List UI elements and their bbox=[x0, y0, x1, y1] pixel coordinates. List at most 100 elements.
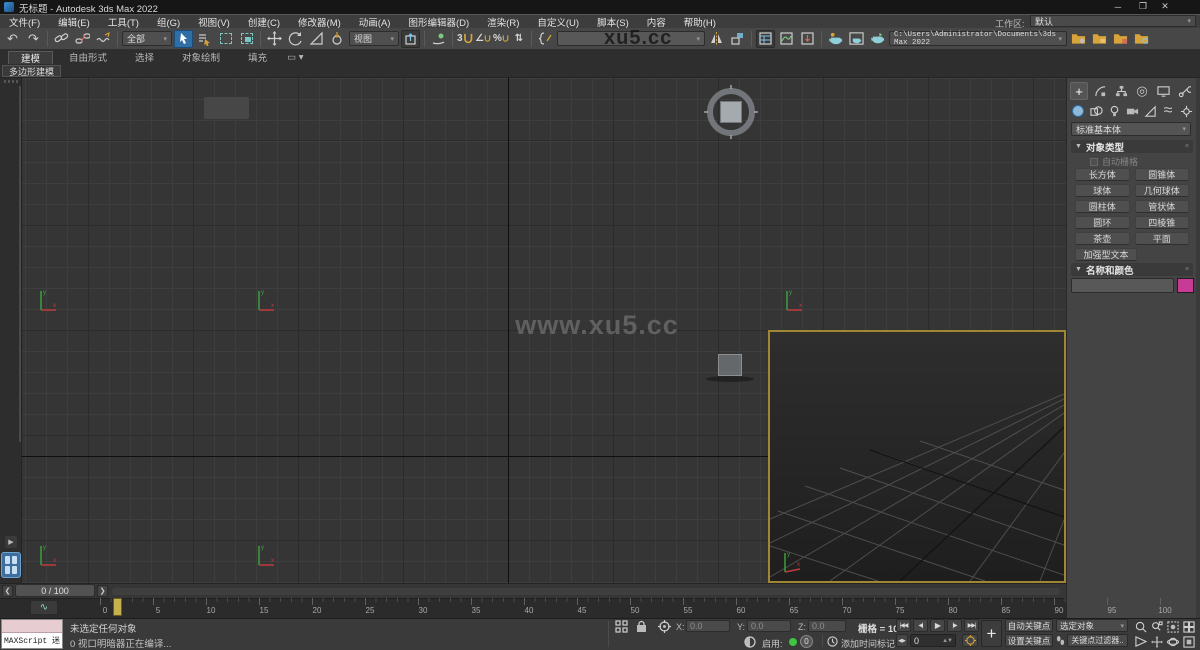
y-coord-field[interactable]: 0.0 bbox=[747, 620, 791, 632]
degradation-zero-button[interactable]: 0 bbox=[800, 635, 813, 648]
select-and-place-icon[interactable] bbox=[328, 30, 347, 48]
maxscript-input-field[interactable] bbox=[2, 620, 62, 633]
cylinder-button[interactable]: 圆柱体 bbox=[1075, 200, 1130, 213]
maximize-button[interactable]: ❐ bbox=[1133, 0, 1153, 13]
select-object-icon[interactable] bbox=[174, 30, 193, 48]
previous-frame-arrow[interactable]: ❮ bbox=[2, 585, 13, 597]
selection-lock-icon[interactable] bbox=[636, 620, 647, 633]
mini-curve-editor-icon[interactable]: ∿ bbox=[30, 600, 58, 615]
edit-named-selection-sets-icon[interactable] bbox=[536, 30, 555, 48]
unlink-selection-icon[interactable] bbox=[73, 30, 92, 48]
create-tab-icon[interactable]: + bbox=[1070, 82, 1088, 100]
ribbon-tab-object-paint[interactable]: 对象绘制 bbox=[170, 51, 232, 64]
zoom-extents-icon[interactable] bbox=[1166, 620, 1180, 633]
select-and-move-icon[interactable] bbox=[265, 30, 284, 48]
project-path-dropdown[interactable]: C:\Users\Administrator\Documents\3ds Max… bbox=[889, 31, 1067, 46]
zoom-extents-all-icon[interactable] bbox=[1182, 620, 1196, 633]
modify-tab-icon[interactable] bbox=[1091, 82, 1109, 100]
mirror-icon[interactable] bbox=[707, 30, 726, 48]
name-color-rollout[interactable]: ▼ 名称和颜色 ≡ bbox=[1071, 263, 1193, 276]
rendered-frame-window-icon[interactable] bbox=[847, 30, 866, 48]
select-by-name-icon[interactable] bbox=[195, 30, 214, 48]
sphere-button[interactable]: 球体 bbox=[1075, 184, 1130, 197]
ribbon-tab-modeling[interactable]: 建模 bbox=[8, 51, 53, 64]
toggle-scene-explorer-icon[interactable] bbox=[756, 30, 775, 48]
panel-scrollbar[interactable] bbox=[1196, 78, 1200, 618]
menu-views[interactable]: 视图(V) bbox=[189, 15, 239, 29]
zoom-all-icon[interactable] bbox=[1150, 620, 1164, 633]
key-selection-set-dropdown[interactable]: 选定对象 ▾ bbox=[1056, 619, 1128, 632]
viewcube-inactive[interactable] bbox=[714, 352, 746, 382]
helpers-category-icon[interactable] bbox=[1142, 103, 1158, 119]
align-icon[interactable] bbox=[728, 30, 747, 48]
menu-create[interactable]: 创建(C) bbox=[239, 15, 289, 29]
box-button[interactable]: 长方体 bbox=[1075, 168, 1130, 181]
ribbon-minimize-icon[interactable]: ▭ ▾ bbox=[283, 51, 307, 64]
viewport-layout-button[interactable] bbox=[1, 552, 21, 578]
shapes-category-icon[interactable] bbox=[1088, 103, 1104, 119]
use-pivot-point-center-icon[interactable] bbox=[401, 30, 420, 48]
display-tab-icon[interactable] bbox=[1154, 82, 1172, 100]
next-frame-arrow[interactable]: ❯ bbox=[97, 585, 108, 597]
plane-button[interactable]: 平面 bbox=[1135, 232, 1190, 245]
object-type-rollout[interactable]: ▼ 对象类型 ≡ bbox=[1071, 140, 1193, 153]
go-to-end-button[interactable]: ▶▶| bbox=[964, 619, 979, 632]
absolute-mode-icon[interactable] bbox=[658, 620, 671, 633]
teapot-button[interactable]: 茶壶 bbox=[1075, 232, 1130, 245]
textplus-button[interactable]: 加强型文本 bbox=[1075, 248, 1137, 261]
menu-group[interactable]: 组(G) bbox=[148, 15, 189, 29]
object-category-dropdown[interactable]: 标准基本体 ▾ bbox=[1071, 122, 1191, 136]
set-key-button[interactable]: 设置关键点 bbox=[1005, 634, 1053, 647]
menu-tools[interactable]: 工具(T) bbox=[99, 15, 148, 29]
menu-help[interactable]: 帮助(H) bbox=[675, 15, 725, 29]
viewcube[interactable] bbox=[704, 85, 758, 139]
folder-options-icon[interactable] bbox=[1132, 30, 1151, 48]
render-setup-icon[interactable] bbox=[826, 30, 845, 48]
menu-customize[interactable]: 自定义(U) bbox=[528, 15, 588, 29]
window-crossing-icon[interactable] bbox=[237, 30, 256, 48]
object-name-field[interactable] bbox=[1071, 278, 1174, 293]
zoom-icon[interactable] bbox=[1134, 620, 1148, 633]
viewcube-cube[interactable] bbox=[720, 101, 742, 123]
utilities-tab-icon[interactable] bbox=[1175, 82, 1193, 100]
ribbon-tab-populate[interactable]: 填充 bbox=[236, 51, 279, 64]
time-slider-handle[interactable]: 0 / 100 bbox=[15, 584, 95, 597]
viewport-label[interactable] bbox=[204, 97, 249, 119]
track-bar-ticks[interactable] bbox=[100, 598, 1172, 605]
add-time-tag[interactable]: 添加时间标记 bbox=[841, 637, 895, 650]
select-and-link-icon[interactable] bbox=[52, 30, 71, 48]
pyramid-button[interactable]: 四棱锥 bbox=[1135, 216, 1190, 229]
project-folder-icon[interactable] bbox=[1069, 30, 1088, 48]
hierarchy-tab-icon[interactable] bbox=[1112, 82, 1130, 100]
tube-button[interactable]: 管状体 bbox=[1135, 200, 1190, 213]
redo-icon[interactable]: ↷ bbox=[24, 30, 43, 48]
select-and-rotate-icon[interactable] bbox=[286, 30, 305, 48]
expand-arrow-icon[interactable]: ▶ bbox=[5, 536, 17, 548]
cone-button[interactable]: 圆锥体 bbox=[1135, 168, 1190, 181]
autogrid-checkbox[interactable] bbox=[1090, 158, 1098, 166]
polygon-modeling-button[interactable]: 多边形建模 bbox=[2, 65, 61, 77]
schematic-view-icon[interactable] bbox=[798, 30, 817, 48]
lights-category-icon[interactable] bbox=[1106, 103, 1122, 119]
dock-handle[interactable] bbox=[4, 80, 18, 83]
space-warps-category-icon[interactable]: ≈ bbox=[1160, 103, 1176, 119]
menu-file[interactable]: 文件(F) bbox=[0, 15, 49, 29]
geosphere-button[interactable]: 几何球体 bbox=[1135, 184, 1190, 197]
geometry-category-icon[interactable] bbox=[1070, 103, 1086, 119]
snaps-toggle-3d-icon[interactable]: 3 bbox=[457, 30, 473, 48]
spinner-icon[interactable]: ▲▼ bbox=[942, 638, 952, 644]
go-to-start-button[interactable]: |◀◀ bbox=[896, 619, 911, 632]
spinner-snap-toggle-icon[interactable]: ⇅ bbox=[511, 30, 527, 48]
bind-to-space-warp-icon[interactable] bbox=[94, 30, 113, 48]
percent-snap-toggle-icon[interactable]: % bbox=[493, 30, 509, 48]
key-filters-button[interactable]: 关键点过滤器.. bbox=[1067, 634, 1128, 647]
select-and-scale-icon[interactable] bbox=[307, 30, 326, 48]
auto-key-button[interactable]: 自动关键点 bbox=[1005, 619, 1053, 632]
menu-graph-editors[interactable]: 图形编辑器(D) bbox=[399, 15, 478, 29]
reference-coordinate-dropdown[interactable]: 视图 ▾ bbox=[349, 31, 399, 46]
set-keys-button[interactable]: + bbox=[981, 620, 1002, 647]
pan-icon[interactable] bbox=[1150, 635, 1164, 648]
current-frame-field[interactable]: 0 ▲▼ bbox=[910, 634, 956, 647]
material-ball-icon[interactable] bbox=[744, 636, 756, 648]
time-slider-trough[interactable] bbox=[112, 588, 1060, 595]
